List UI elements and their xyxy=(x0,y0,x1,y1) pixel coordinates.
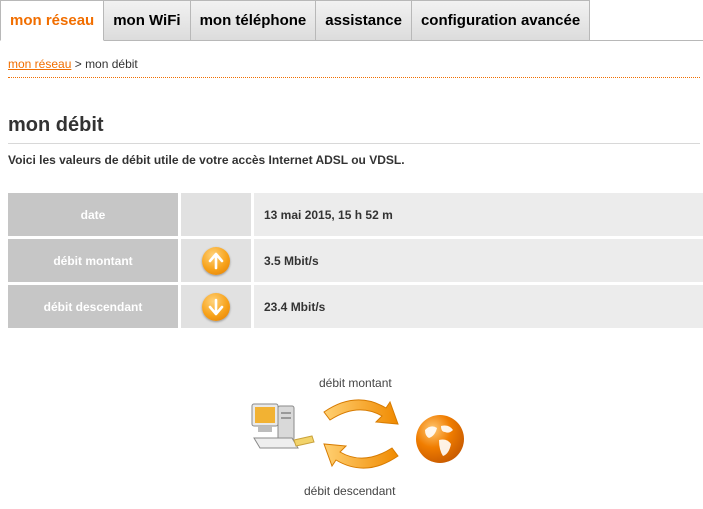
row-label: date xyxy=(8,193,178,236)
row-icon-cell xyxy=(181,285,251,328)
tab-configuration-avancee[interactable]: configuration avancée xyxy=(411,0,591,41)
row-label: débit descendant xyxy=(8,285,178,328)
computer-icon xyxy=(251,403,315,449)
diagram-upload-label: débit montant xyxy=(319,376,392,390)
tab-mon-reseau[interactable]: mon réseau xyxy=(0,0,105,41)
breadcrumb-current: mon débit xyxy=(85,57,138,71)
page-title: mon débit xyxy=(8,114,104,136)
row-value: 13 mai 2015, 15 h 52 m xyxy=(254,193,703,236)
main-nav-tabs: mon réseau mon WiFi mon téléphone assist… xyxy=(0,0,703,41)
tab-mon-telephone[interactable]: mon téléphone xyxy=(190,0,317,41)
table-row-date: date 13 mai 2015, 15 h 52 m xyxy=(8,193,703,236)
row-value: 3.5 Mbit/s xyxy=(254,239,703,282)
arrow-up-icon xyxy=(202,246,230,275)
breadcrumb-link-mon-reseau[interactable]: mon réseau xyxy=(8,57,71,71)
breadcrumb-divider xyxy=(8,77,700,78)
bandwidth-diagram: débit montant débit descendant xyxy=(240,370,480,505)
internet-globe-icon xyxy=(416,415,464,463)
table-row-upload: débit montant 3.5 Mbit/s xyxy=(8,239,703,282)
diagram-download-label: débit descendant xyxy=(304,484,396,498)
row-label: débit montant xyxy=(8,239,178,282)
breadcrumb-separator: > xyxy=(71,57,86,71)
row-value: 23.4 Mbit/s xyxy=(254,285,703,328)
row-icon-cell xyxy=(181,239,251,282)
breadcrumb: mon réseau > mon débit xyxy=(8,57,138,71)
table-row-download: débit descendant 23.4 Mbit/s xyxy=(8,285,703,328)
sync-arrows-icon xyxy=(323,399,399,469)
row-icon-cell xyxy=(181,193,251,236)
tab-mon-wifi[interactable]: mon WiFi xyxy=(104,0,191,41)
arrow-down-icon xyxy=(202,292,230,321)
intro-text: Voici les valeurs de débit utile de votr… xyxy=(8,153,405,167)
tab-assistance[interactable]: assistance xyxy=(316,0,412,41)
title-divider xyxy=(8,143,700,144)
tab-bar-filler xyxy=(590,0,703,41)
rate-table: date 13 mai 2015, 15 h 52 m débit montan… xyxy=(8,193,703,331)
